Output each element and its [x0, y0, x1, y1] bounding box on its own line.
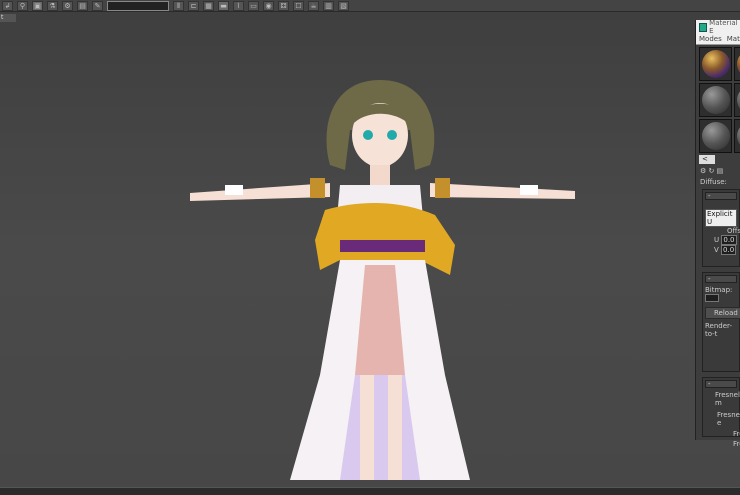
material-tools: ⚙ ↻ ▤: [696, 167, 740, 175]
material-editor-app-icon: [699, 22, 708, 32]
fre-label-2: Fre: [733, 440, 740, 448]
u-label: U: [714, 236, 720, 244]
material-sphere: [736, 86, 740, 114]
mapping-dropdown[interactable]: Explicit U: [705, 209, 737, 227]
schematic-icon[interactable]: ▭: [248, 0, 259, 11]
material-editor-title: Material E: [709, 19, 738, 35]
material-sphere: [736, 50, 740, 78]
fresnel-rollout: - Fresnel m Fresnel e Fre Fre: [702, 377, 740, 448]
coordinates-rollout-toggle[interactable]: -: [705, 192, 737, 200]
bitmap-path-button[interactable]: [705, 294, 719, 302]
render-setup-icon[interactable]: ⚃: [278, 0, 289, 11]
offset-label: Offse: [727, 227, 740, 235]
fresnel-rollout-toggle[interactable]: -: [705, 380, 737, 388]
assign-icon[interactable]: ▤: [717, 167, 724, 175]
v-offset-input[interactable]: 0.0: [721, 245, 737, 255]
material-editor-icon[interactable]: ◉: [263, 0, 274, 11]
fre-label-1: Fre: [733, 430, 740, 438]
bitmap-rollout: - Bitmap: Reload Render-to-t: [702, 272, 740, 372]
render-frame-icon[interactable]: ☐: [293, 0, 304, 11]
diffuse-label: Diffuse:: [700, 178, 727, 186]
bind-icon[interactable]: ⚙: [62, 0, 73, 11]
fresnel-e-label: Fresnel e: [717, 411, 740, 427]
reload-button[interactable]: Reload: [705, 307, 740, 319]
main-toolbar: ↲ ⚲ ▣ ⚗ ⚙ ▤ ✎ ⫴ ⊏ ▦ ▬ ⌇ ▭ ◉ ⚃ ☐ ☕ ▥ ▧: [0, 0, 740, 12]
get-material-icon[interactable]: ⚙: [700, 167, 706, 175]
render-icon[interactable]: ☕: [308, 0, 319, 11]
v-label: V: [714, 246, 719, 254]
sample-slot[interactable]: [734, 47, 740, 81]
align-icon[interactable]: ⊏: [188, 0, 199, 11]
material-sphere: [736, 122, 740, 150]
material-sphere: [701, 50, 730, 78]
sample-slot[interactable]: [699, 119, 732, 153]
select-by-name-icon[interactable]: ⚗: [47, 0, 58, 11]
material-sphere: [701, 86, 730, 114]
sample-slot[interactable]: [734, 83, 740, 117]
window-icon[interactable]: ✎: [92, 0, 103, 11]
material-sphere: [701, 122, 730, 150]
undo-icon[interactable]: ↲: [2, 0, 13, 11]
link-icon[interactable]: ⚲: [17, 0, 28, 11]
extra-icon-2[interactable]: ▧: [338, 0, 349, 11]
material-editor-panel: Material E Modes Mate < ⚙ ↻ ▤ Diffuse: -…: [695, 19, 740, 448]
selection-set-dropdown[interactable]: [107, 0, 169, 11]
character-model: [190, 80, 575, 480]
graphite-icon[interactable]: ▬: [218, 0, 229, 11]
mirror-icon[interactable]: ⫴: [173, 0, 184, 11]
sample-slot[interactable]: [699, 47, 732, 81]
layer-icon[interactable]: ▦: [203, 0, 214, 11]
material-editor-titlebar[interactable]: Material E: [696, 19, 740, 35]
sample-slot[interactable]: [734, 119, 740, 153]
sample-slot[interactable]: [699, 83, 732, 117]
select-icon[interactable]: ▣: [32, 0, 43, 11]
bitmap-rollout-toggle[interactable]: -: [705, 275, 737, 283]
coordinates-rollout: - Explicit U Offse U 0.0 V 0.0: [702, 189, 740, 267]
sample-slots: [699, 47, 740, 153]
bitmap-label: Bitmap:: [705, 286, 733, 294]
time-slider-track[interactable]: [0, 487, 740, 495]
extra-icon-1[interactable]: ▥: [323, 0, 334, 11]
menu-material[interactable]: Mate: [727, 35, 740, 43]
viewport-label[interactable]: t: [0, 14, 16, 22]
slots-scroll-left[interactable]: <: [699, 155, 715, 164]
region-icon[interactable]: ▤: [77, 0, 88, 11]
put-to-scene-icon[interactable]: ↻: [709, 167, 715, 175]
curve-editor-icon[interactable]: ⌇: [233, 0, 244, 11]
render-to-texture-label: Render-to-t: [705, 322, 732, 338]
u-offset-input[interactable]: 0.0: [721, 235, 737, 245]
menu-modes[interactable]: Modes: [699, 35, 722, 43]
material-editor-menubar: Modes Mate: [696, 34, 740, 45]
fresnel-m-label: Fresnel m: [715, 391, 740, 407]
